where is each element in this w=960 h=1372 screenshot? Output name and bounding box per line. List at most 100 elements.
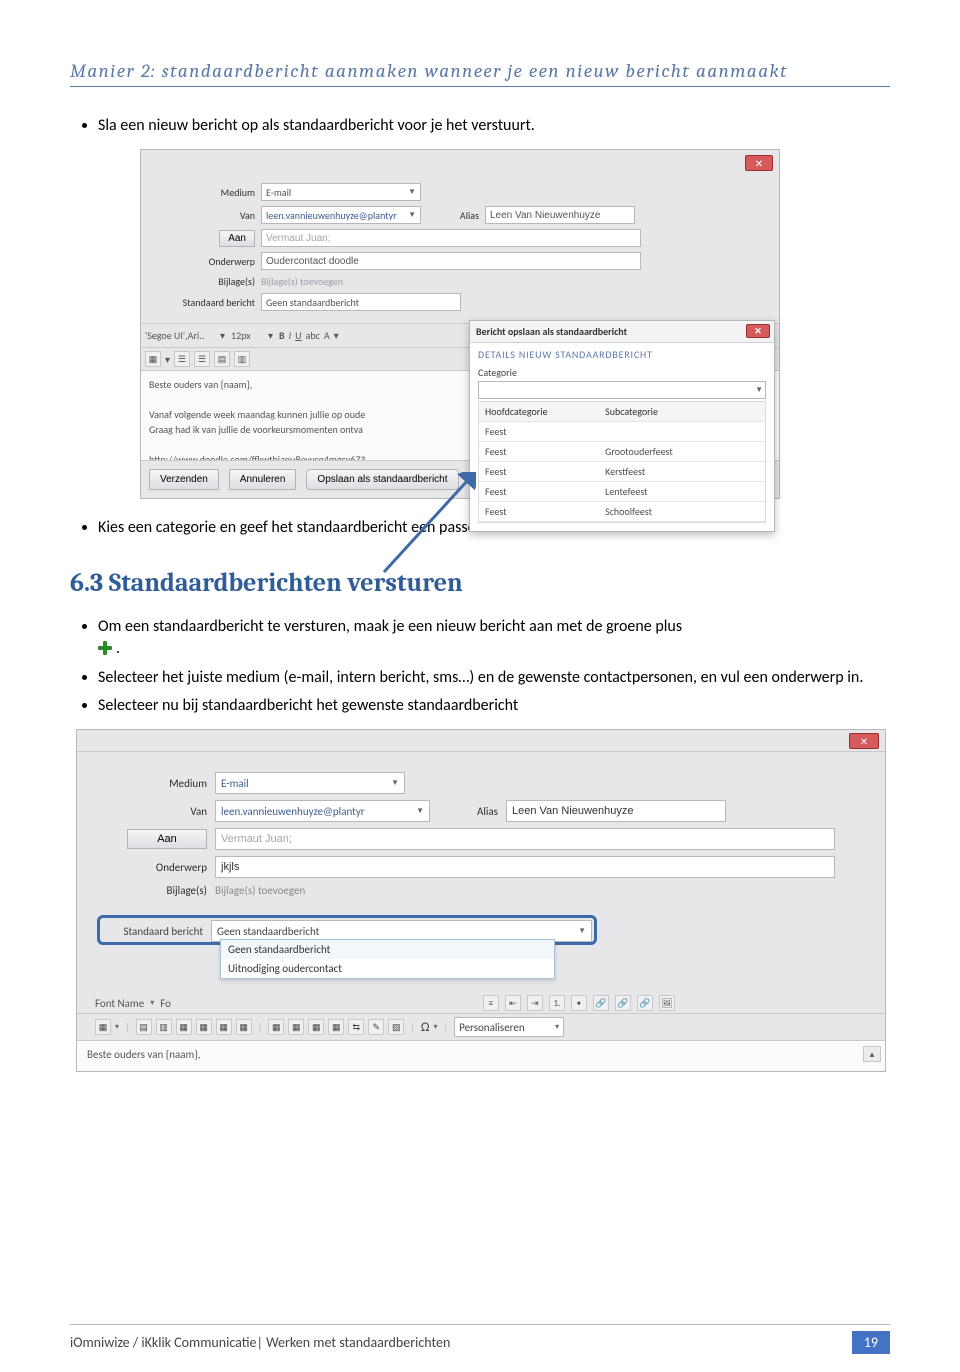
omega-icon[interactable]: Ω — [421, 1020, 430, 1035]
alias-input[interactable] — [506, 800, 726, 822]
table-row[interactable]: FeestLentefeest — [479, 482, 765, 502]
medium-label: Medium — [155, 186, 255, 199]
toolbar-icon[interactable]: ▥ — [156, 1019, 172, 1035]
bullet-list-1: Sla een nieuw bericht op als standaardbe… — [98, 115, 890, 137]
indent-icon[interactable]: ⇥ — [527, 995, 543, 1011]
attachment-placeholder[interactable]: Bijlage(s) toevoegen — [215, 884, 305, 897]
outdent-icon[interactable]: ⇤ — [505, 995, 521, 1011]
chevron-down-icon: ▾ — [220, 329, 225, 342]
toolbar-icon[interactable]: ▦ — [288, 1019, 304, 1035]
image-icon[interactable]: 🖼 — [659, 995, 675, 1011]
section-subtitle: Manier 2: standaardbericht aanmaken wann… — [70, 60, 890, 87]
toolbar-icon[interactable]: ▦ — [216, 1019, 232, 1035]
bold-icon[interactable]: B — [279, 329, 285, 342]
chevron-down-icon: ▼ — [578, 926, 586, 936]
link-icon[interactable]: 🔗 — [637, 995, 653, 1011]
toolbar-icon[interactable]: ▤ — [136, 1019, 152, 1035]
font-toolbar-row: Font Name ▾ Fo ≡ ⇤ ⇥ 1. • 🔗 🔗 🔗 🖼 — [77, 991, 885, 1014]
save-standard-dialog: Bericht opslaan als standaardbericht ✕ D… — [469, 320, 775, 532]
chevron-down-icon: ▾ — [555, 1022, 559, 1032]
close-icon[interactable]: ✕ — [849, 733, 879, 749]
table-row[interactable]: FeestSchoolfeest — [479, 502, 765, 522]
page-number: 19 — [852, 1331, 890, 1354]
attachment-placeholder[interactable]: Bijlage(s) toevoegen — [261, 275, 343, 288]
table-row[interactable]: FeestKerstfeest — [479, 462, 765, 482]
cancel-button[interactable]: Annuleren — [229, 469, 297, 490]
list-ordered-icon[interactable]: 1. — [549, 995, 565, 1011]
col-sub: Subcategorie — [599, 402, 765, 422]
subject-input[interactable] — [215, 856, 835, 878]
category-select[interactable]: ▼ — [478, 381, 766, 399]
dropdown-option[interactable]: Uitnodiging oudercontact — [221, 959, 554, 978]
send-button[interactable]: Verzenden — [149, 469, 219, 490]
toolbar-icon[interactable]: ▥ — [234, 351, 250, 367]
alias-label: Alias — [427, 209, 479, 222]
list-bullet-icon[interactable]: • — [571, 995, 587, 1011]
chevron-down-icon: ▾ — [165, 353, 170, 366]
toolbar-icon[interactable]: ▦ — [196, 1019, 212, 1035]
underline-icon[interactable]: U — [295, 329, 301, 342]
medium-select[interactable]: E-mail▼ — [215, 772, 405, 794]
bullet-item: Sla een nieuw bericht op als standaardbe… — [98, 115, 890, 137]
to-input[interactable] — [261, 229, 641, 247]
table-row[interactable]: Feest — [479, 422, 765, 442]
close-icon[interactable]: ✕ — [745, 155, 773, 171]
footer-text: iOmniwize / iKklik Communicatie| Werken … — [70, 1334, 450, 1351]
subject-label: Onderwerp — [97, 861, 207, 874]
screenshot-compose-2: ✕ Medium E-mail▼ Van leen.vannieuwenhuyz… — [76, 729, 886, 1072]
bullet-item: Selecteer nu bij standaardbericht het ge… — [98, 695, 890, 717]
subject-label: Onderwerp — [155, 255, 255, 268]
toolbar-icon[interactable]: ☰ — [174, 351, 190, 367]
to-button[interactable]: Aan — [127, 829, 207, 849]
std-select[interactable]: Geen standaardbericht — [261, 293, 461, 311]
personalize-select[interactable]: Personaliseren▾ — [454, 1017, 564, 1037]
toolbar-icon[interactable]: ✎ — [368, 1019, 384, 1035]
toolbar-icon[interactable]: ☰ — [194, 351, 210, 367]
toolbar-icon[interactable]: ▦ — [328, 1019, 344, 1035]
scroll-up-icon[interactable]: ▴ — [863, 1046, 881, 1062]
toolbar-icon[interactable]: ▤ — [214, 351, 230, 367]
alias-input[interactable] — [485, 206, 635, 224]
chevron-down-icon: ▼ — [408, 210, 416, 220]
italic-icon[interactable]: I — [289, 329, 292, 342]
close-icon[interactable]: ✕ — [746, 324, 770, 338]
save-as-standard-button[interactable]: Opslaan als standaardbericht — [306, 469, 458, 490]
to-input[interactable] — [215, 828, 835, 850]
toolbar-icon[interactable]: ▨ — [388, 1019, 404, 1035]
chevron-down-icon: ▼ — [755, 385, 763, 395]
chevron-down-icon: ▼ — [416, 806, 424, 816]
medium-select[interactable]: E-mail▼ — [261, 183, 421, 201]
bullet-item: Om een standaardbericht te versturen, ma… — [98, 616, 890, 661]
compose-form: Medium E-mail▼ Van leen.vannieuwenhuyze@… — [141, 150, 779, 323]
toolbar-icon[interactable]: ▦ — [268, 1019, 284, 1035]
table-icon[interactable]: ▦ — [95, 1019, 111, 1035]
toolbar-icon[interactable]: ▦ — [176, 1019, 192, 1035]
alias-label: Alias — [438, 805, 498, 818]
toolbar-icon[interactable]: ▦ — [145, 351, 161, 367]
font-select[interactable]: 'Segoe UI',Ari..▾ — [145, 327, 227, 344]
message-body[interactable]: Beste ouders van {naam}, ▴ — [77, 1041, 885, 1071]
toolbar-icon[interactable]: ≡ — [483, 995, 499, 1011]
toolbar-icon[interactable]: ⇆ — [348, 1019, 364, 1035]
screenshot-compose: ✕ Medium E-mail▼ Van leen.vannieuwenhuyz… — [140, 149, 780, 499]
from-select[interactable]: leen.vannieuwenhuyze@plantyr▼ — [215, 800, 430, 822]
link-icon[interactable]: 🔗 — [615, 995, 631, 1011]
medium-label: Medium — [97, 777, 207, 790]
chevron-down-icon: ▾ — [433, 1022, 437, 1032]
toolbar-icon[interactable]: ▦ — [308, 1019, 324, 1035]
to-button[interactable]: Aan — [219, 230, 255, 247]
window-titlebar: ✕ — [77, 730, 885, 752]
link-icon[interactable]: 🔗 — [593, 995, 609, 1011]
fontcolor-icon[interactable]: A — [324, 329, 330, 342]
table-row[interactable]: FeestGrootouderfeest — [479, 442, 765, 462]
dropdown-option[interactable]: Geen standaardbericht — [221, 940, 554, 959]
std-dropdown: Geen standaardbericht Uitnodiging ouderc… — [220, 939, 555, 979]
attachment-label: Bijlage(s) — [155, 275, 255, 288]
from-select[interactable]: leen.vannieuwenhuyze@plantyr▼ — [261, 206, 421, 224]
bullet-item: Selecteer het juiste medium (e-mail, int… — [98, 667, 890, 689]
strike-icon[interactable]: abc — [306, 329, 320, 342]
fontsize-select[interactable]: 12px▾ — [231, 327, 275, 344]
chevron-down-icon: ▾ — [268, 329, 273, 342]
subject-input[interactable] — [261, 252, 641, 270]
toolbar-icon[interactable]: ▦ — [236, 1019, 252, 1035]
